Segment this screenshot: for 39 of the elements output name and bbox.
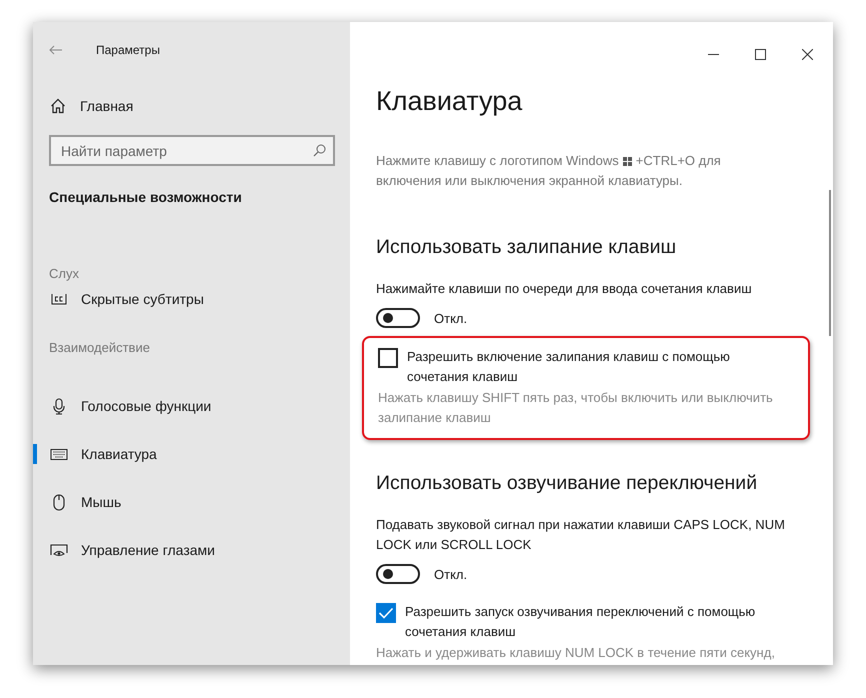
- home-icon: [50, 98, 66, 114]
- search-icon: [313, 144, 326, 157]
- group-title: Слух: [49, 266, 79, 281]
- home-link[interactable]: Главная: [50, 98, 134, 114]
- checkbox[interactable]: [378, 348, 398, 368]
- nav-item[interactable]: Голосовые функции: [33, 382, 350, 430]
- close-icon[interactable]: [802, 48, 813, 60]
- toggle-switch[interactable]: [376, 564, 420, 584]
- category-title: Специальные возможности: [49, 189, 242, 205]
- back-arrow-icon[interactable]: [49, 44, 63, 54]
- window-title: Параметры: [96, 42, 160, 56]
- section-heading: Использовать залипание клавиш: [376, 236, 676, 259]
- nav-item[interactable]: Мышь: [33, 478, 350, 526]
- intro-text: включения или выключения экранной клавиатуры.: [376, 173, 682, 188]
- checkbox-hint: Нажать клавишу SHIFT пять раз, чтобы включить или выключить залипание клавиш: [378, 389, 774, 427]
- eye-monitor-icon: [50, 544, 68, 556]
- intro-text: Нажмите клавишу с логотипом Windows: [376, 152, 619, 170]
- setting-description: Подавать звуковой сигнал при нажатии клавиши CAPS LOCK, NUM LOCK или SCROLL LOCK: [376, 516, 786, 554]
- setting-description: Нажимайте клавиши по очереди для ввода сочетания клавиш: [376, 280, 753, 298]
- section-heading: Использовать озвучивание переключений: [376, 472, 758, 495]
- nav-item[interactable]: Клавиатура: [33, 430, 350, 478]
- nav-item[interactable]: Управление глазами: [33, 526, 350, 574]
- toggle-label: Откл.: [434, 566, 468, 582]
- checkbox-label: Разрешить запуск озвучивания переключений с помощью сочетания клавиш: [405, 603, 756, 641]
- checkbox[interactable]: [376, 603, 396, 623]
- group-title: Взаимодействие: [49, 340, 150, 355]
- scrollbar-thumb[interactable]: [829, 190, 831, 336]
- maximize-icon[interactable]: [755, 48, 766, 60]
- nav-item[interactable]: Скрытые субтитры: [33, 283, 350, 315]
- captions-icon: [50, 293, 68, 305]
- intro-text: +CTRL+O для: [636, 152, 721, 170]
- page-title: Клавиатура: [376, 86, 524, 117]
- checkbox-label: Разрешить включение залипания клавиш с помощью сочетания клавиш: [407, 348, 731, 386]
- toggle-switch[interactable]: [376, 308, 420, 328]
- toggle-label: Откл.: [434, 310, 468, 326]
- checkbox-hint: Нажать и удерживать клавишу NUM LOCK в течение пяти секунд,: [376, 644, 776, 662]
- search-field[interactable]: Найти параметр: [49, 135, 335, 166]
- keyboard-icon: [50, 448, 68, 460]
- windows-logo-icon: [622, 156, 632, 166]
